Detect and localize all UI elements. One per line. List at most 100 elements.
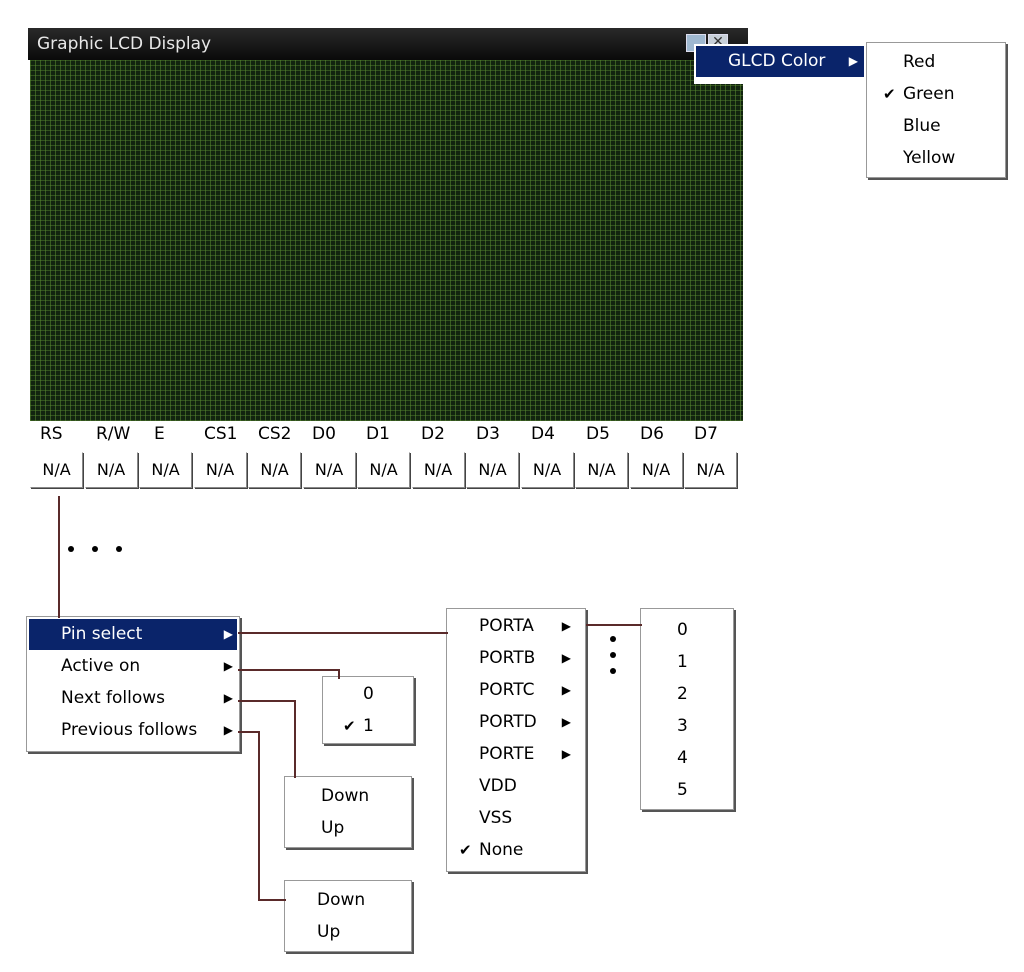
port-menu-item-label: PORTE [479,744,535,764]
pin-menu-item-label: Active on [61,656,141,676]
color-menu-item[interactable]: Green ✔ [869,79,1003,110]
pin-menu-item[interactable]: Previous follows ▶ [29,715,237,746]
window-title: Graphic LCD Display [37,34,212,54]
submenu-arrow-icon: ▶ [223,723,233,737]
port-menu-item[interactable]: None ✔ [449,835,583,866]
pin-menu-item[interactable]: Active on ▶ [29,651,237,682]
connector-line [238,632,448,634]
port-bit-item-label: 5 [677,780,688,800]
connector-line [586,624,642,626]
pin-value-button[interactable]: N/A [520,452,574,488]
pin-label: D6 [640,424,664,444]
pin-value-button[interactable]: N/A [684,452,737,488]
submenu-arrow-icon: ▶ [223,691,233,705]
pin-value-button[interactable]: N/A [30,452,83,488]
pin-label: D7 [694,424,718,444]
next-follows-item[interactable]: Down [287,781,409,812]
port-bit-item[interactable]: 0 [643,615,731,646]
port-menu-item[interactable]: VSS [449,803,583,834]
port-bit-item-label: 2 [677,684,688,704]
window-title-bar[interactable]: Graphic LCD Display [28,28,748,60]
ellipsis-dot [610,636,616,642]
submenu-arrow-icon: ▶ [561,715,571,729]
submenu-arrow-icon: ▶ [848,54,858,68]
connector-line [258,899,286,901]
pin-value-button[interactable]: N/A [466,452,519,488]
pin-value-button[interactable]: N/A [357,452,410,488]
connector-line [338,669,340,679]
submenu-arrow-icon: ▶ [223,627,233,641]
pin-value-button[interactable]: N/A [139,452,192,488]
active-on-submenu: 0 1 ✔ [322,676,414,744]
pin-value-button[interactable]: N/A [629,452,683,488]
pin-label: D4 [531,424,555,444]
port-menu-item-label: VDD [479,776,517,796]
previous-follows-item[interactable]: Up [287,917,409,948]
port-menu-item-label: PORTB [479,648,536,668]
color-menu-item[interactable]: Yellow [869,143,1003,174]
connector-line [238,669,340,671]
port-menu-item-label: PORTD [479,712,537,732]
check-icon: ✔ [459,841,472,859]
active-on-item[interactable]: 1 ✔ [325,711,411,742]
pin-label: CS2 [258,424,292,444]
pin-menu-item[interactable]: Pin select ▶ [29,619,237,650]
connector-line [58,496,60,618]
port-bit-item[interactable]: 2 [643,679,731,710]
pin-label: E [154,424,165,444]
port-bit-item[interactable]: 5 [643,775,731,806]
pin-value-button[interactable]: N/A [193,452,247,488]
ellipsis-dot [610,652,616,658]
port-menu-item[interactable]: PORTB ▶ [449,643,583,674]
port-menu-item[interactable]: PORTC ▶ [449,675,583,706]
pin-value-button[interactable]: N/A [248,452,301,488]
next-follows-item[interactable]: Up [287,813,409,844]
pin-label: D0 [312,424,336,444]
color-menu-item-label: Yellow [903,148,956,168]
pin-menu-item-label: Next follows [61,688,166,708]
submenu-arrow-icon: ▶ [561,747,571,761]
next-follows-item-label: Down [321,786,370,806]
lcd-screen[interactable] [30,60,743,421]
pin-value-button[interactable]: N/A [84,452,138,488]
port-menu-item[interactable]: VDD [449,771,583,802]
port-menu-item-label: None [479,840,524,860]
color-menu-item-label: Blue [903,116,941,136]
pin-menu-item[interactable]: Next follows ▶ [29,683,237,714]
port-menu-item-label: PORTA [479,616,534,636]
port-menu-item-label: PORTC [479,680,535,700]
port-bit-item-label: 3 [677,716,688,736]
port-menu-item[interactable]: PORTA ▶ [449,611,583,642]
next-follows-submenu: Down Up [284,776,412,848]
check-icon: ✔ [343,717,356,735]
pin-value-button[interactable]: N/A [575,452,628,488]
glcd-color-submenu: Red Green ✔ Blue Yellow [866,42,1006,178]
port-bit-item-label: 4 [677,748,688,768]
color-menu-item[interactable]: Red [869,47,1003,78]
glcd-color-menu-item[interactable]: GLCD Color ▶ [694,44,866,84]
port-bit-item[interactable]: 4 [643,743,731,774]
submenu-arrow-icon: ▶ [561,651,571,665]
active-on-item-label: 0 [363,684,374,704]
pin-value-button[interactable]: N/A [302,452,356,488]
pin-value-row: N/A N/A N/A N/A N/A N/A N/A N/A N/A N/A N/A N/A N/A [30,452,740,492]
port-bit-item[interactable]: 3 [643,711,731,742]
active-on-item[interactable]: 0 [325,679,411,710]
port-submenu: PORTA ▶ PORTB ▶ PORTC ▶ PORTD ▶ PORTE ▶ VDD VSS None… [446,608,586,872]
ellipsis-dot [68,546,74,552]
port-bit-item[interactable]: 1 [643,647,731,678]
next-follows-item-label: Up [321,818,345,838]
color-menu-item[interactable]: Blue [869,111,1003,142]
port-menu-item[interactable]: PORTD ▶ [449,707,583,738]
pin-label: D2 [421,424,445,444]
pin-menu-item-label: Previous follows [61,720,198,740]
color-menu-item-label: Green [903,84,955,104]
previous-follows-item-label: Down [317,890,366,910]
pin-label: D3 [476,424,500,444]
pin-value-button[interactable]: N/A [411,452,465,488]
port-menu-item[interactable]: PORTE ▶ [449,739,583,770]
previous-follows-item[interactable]: Down [287,885,409,916]
pin-context-menu: Pin select ▶ Active on ▶ Next follows ▶ Previo… [26,616,240,752]
submenu-arrow-icon: ▶ [223,659,233,673]
pin-label: D5 [586,424,610,444]
